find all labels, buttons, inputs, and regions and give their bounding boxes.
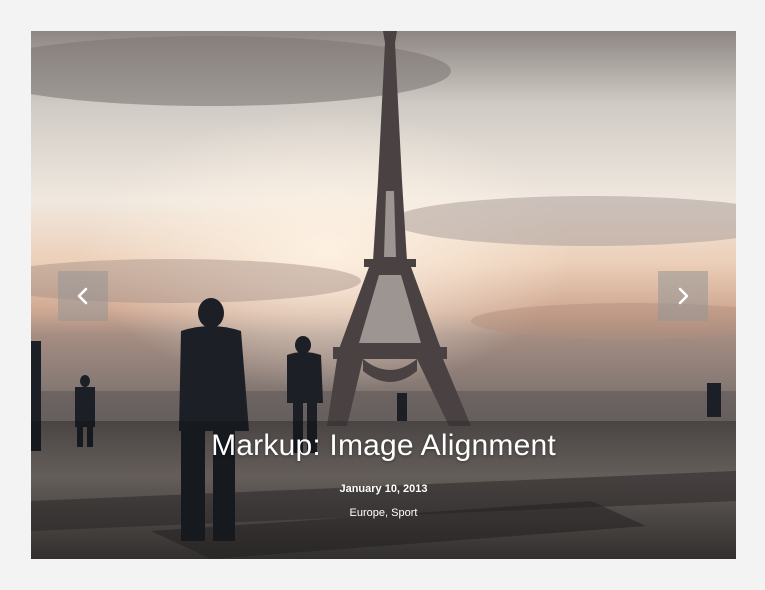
slider-next-button[interactable] <box>658 271 708 321</box>
slide-caption: Markup: Image Alignment January 10, 2013… <box>31 429 736 519</box>
category-link-europe[interactable]: Europe <box>350 507 385 519</box>
post-title-link[interactable]: Markup: Image Alignment <box>31 429 736 463</box>
slider-prev-button[interactable] <box>58 271 108 321</box>
category-link-sport[interactable]: Sport <box>391 507 417 519</box>
post-date[interactable]: January 10, 2013 <box>31 483 736 495</box>
chevron-right-icon <box>678 287 689 305</box>
featured-slide[interactable]: Markup: Image Alignment January 10, 2013… <box>31 31 736 559</box>
chevron-left-icon <box>77 287 88 305</box>
post-categories: Europe, Sport <box>31 507 736 519</box>
